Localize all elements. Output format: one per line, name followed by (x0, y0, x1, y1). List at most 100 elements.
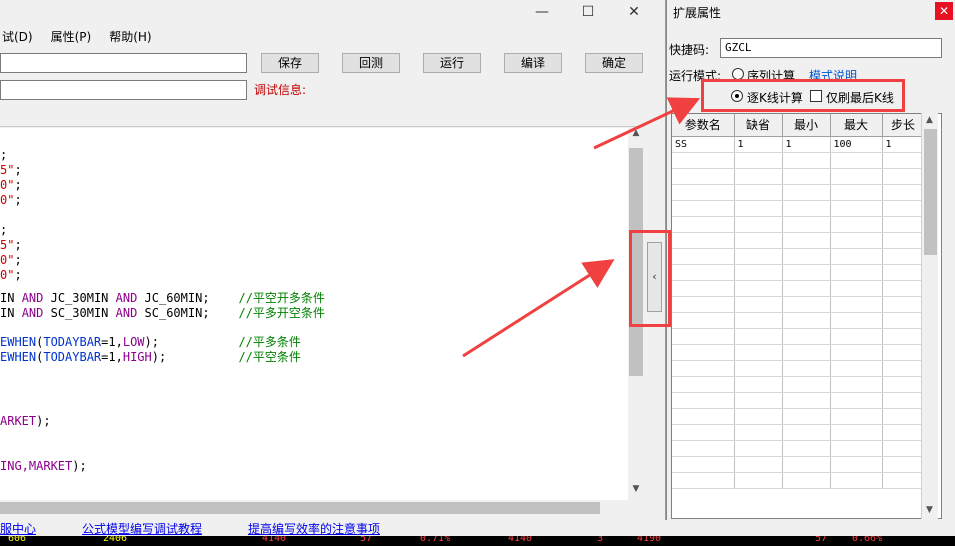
table-cell[interactable] (672, 184, 735, 201)
table-cell[interactable] (882, 328, 925, 345)
table-cell[interactable] (830, 312, 883, 329)
table-cell[interactable] (782, 280, 831, 297)
table-cell[interactable] (672, 264, 735, 281)
table-row[interactable] (672, 296, 925, 313)
table-cell[interactable] (830, 216, 883, 233)
scroll-thumb[interactable] (0, 502, 600, 514)
table-cell[interactable] (882, 168, 925, 185)
table-cell[interactable] (782, 392, 831, 409)
table-cell[interactable] (782, 328, 831, 345)
table-cell[interactable] (882, 296, 925, 313)
menu-debug[interactable]: 试(D) (0, 26, 35, 46)
table-cell[interactable] (734, 296, 783, 313)
table-cell[interactable] (782, 456, 831, 473)
table-cell[interactable] (882, 312, 925, 329)
table-cell[interactable] (782, 440, 831, 457)
table-row[interactable] (672, 200, 925, 217)
table-cell[interactable] (830, 152, 883, 169)
run-button[interactable]: 运行 (423, 53, 481, 73)
table-cell[interactable] (782, 168, 831, 185)
table-cell[interactable] (830, 424, 883, 441)
table-cell[interactable] (830, 472, 883, 489)
table-cell[interactable] (882, 424, 925, 441)
table-cell[interactable] (882, 280, 925, 297)
table-cell[interactable] (734, 312, 783, 329)
table-cell[interactable] (782, 408, 831, 425)
table-cell[interactable] (672, 456, 735, 473)
table-cell[interactable]: 1 (734, 136, 783, 153)
table-cell[interactable] (672, 152, 735, 169)
table-cell[interactable] (830, 392, 883, 409)
table-cell[interactable] (882, 360, 925, 377)
table-cell[interactable] (830, 456, 883, 473)
table-cell[interactable] (882, 264, 925, 281)
close-icon[interactable]: ✕ (611, 4, 657, 20)
table-cell[interactable] (734, 376, 783, 393)
table-cell[interactable] (782, 184, 831, 201)
table-row[interactable] (672, 344, 925, 361)
table-cell[interactable]: 1 (782, 136, 831, 153)
table-cell[interactable] (882, 376, 925, 393)
table-cell[interactable] (882, 408, 925, 425)
table-cell[interactable] (830, 328, 883, 345)
table-row[interactable] (672, 312, 925, 329)
table-row[interactable] (672, 424, 925, 441)
minimize-icon[interactable]: — (519, 4, 565, 20)
table-cell[interactable] (734, 200, 783, 217)
table-row[interactable] (672, 440, 925, 457)
table-row[interactable] (672, 456, 925, 473)
table-cell[interactable] (830, 248, 883, 265)
table-cell[interactable] (672, 344, 735, 361)
table-row[interactable]: SS 1 1 100 1 (672, 136, 925, 153)
table-cell[interactable] (734, 280, 783, 297)
table-row[interactable] (672, 472, 925, 489)
table-cell[interactable] (830, 440, 883, 457)
table-cell[interactable] (734, 216, 783, 233)
table-cell[interactable] (734, 440, 783, 457)
table-row[interactable] (672, 264, 925, 281)
column-header[interactable]: 最大 (830, 114, 883, 137)
compile-button[interactable]: 编译 (504, 53, 562, 73)
table-cell[interactable] (882, 440, 925, 457)
table-cell[interactable] (672, 440, 735, 457)
confirm-button[interactable]: 确定 (585, 53, 643, 73)
backtest-button[interactable]: 回测 (342, 53, 400, 73)
table-cell[interactable] (830, 184, 883, 201)
table-vertical-scrollbar[interactable]: ▲ ▼ (921, 113, 938, 519)
table-cell[interactable] (734, 264, 783, 281)
menu-properties[interactable]: 属性(P) (49, 26, 94, 46)
table-cell[interactable] (782, 344, 831, 361)
table-cell[interactable] (782, 200, 831, 217)
table-cell[interactable] (882, 248, 925, 265)
table-cell[interactable] (734, 184, 783, 201)
table-cell[interactable] (882, 184, 925, 201)
table-cell[interactable] (830, 296, 883, 313)
table-cell[interactable] (782, 264, 831, 281)
table-cell[interactable] (830, 376, 883, 393)
table-cell[interactable] (672, 200, 735, 217)
table-cell[interactable] (734, 152, 783, 169)
table-cell[interactable] (830, 344, 883, 361)
table-cell[interactable] (672, 216, 735, 233)
table-cell[interactable] (672, 376, 735, 393)
table-row[interactable] (672, 280, 925, 297)
table-row[interactable] (672, 360, 925, 377)
tutorial-link[interactable]: 公式模型编写调试教程 (82, 520, 202, 537)
table-cell[interactable] (782, 152, 831, 169)
table-row[interactable] (672, 216, 925, 233)
table-cell[interactable] (672, 280, 735, 297)
table-row[interactable] (672, 184, 925, 201)
table-cell[interactable] (830, 168, 883, 185)
maximize-icon[interactable]: ☐ (565, 4, 611, 20)
table-cell[interactable] (672, 232, 735, 249)
table-cell[interactable] (882, 456, 925, 473)
code-editor[interactable]: ; 5"; 0"; 0";; 5"; 0"; 0"; IN AND JC_30MIN AND … (0, 128, 628, 500)
table-row[interactable] (672, 232, 925, 249)
tips-link[interactable]: 提高编写效率的注意事项 (248, 520, 380, 537)
table-cell[interactable] (830, 360, 883, 377)
table-cell[interactable] (672, 424, 735, 441)
table-cell[interactable] (672, 408, 735, 425)
table-cell[interactable] (734, 392, 783, 409)
formula-desc-input[interactable] (0, 80, 247, 100)
close-icon[interactable]: ✕ (935, 2, 953, 20)
